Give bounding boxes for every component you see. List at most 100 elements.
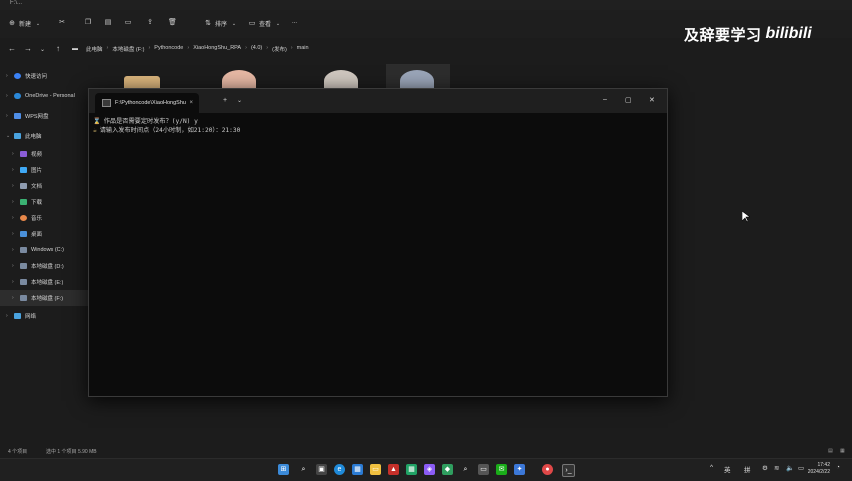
expand-chevron-icon[interactable]: › bbox=[12, 167, 20, 173]
expand-chevron-icon[interactable]: › bbox=[6, 313, 14, 319]
sidebar-item-quick-access[interactable]: › 快速访问 bbox=[0, 68, 88, 84]
sidebar-item-label: 网络 bbox=[25, 314, 37, 320]
breadcrumb[interactable]: 此电脑 › 本地磁盘 (F:) › Pythoncode › XiaoHongShu_… bbox=[86, 45, 309, 53]
breadcrumb-item[interactable]: main bbox=[297, 45, 309, 53]
wifi-icon[interactable]: ≋ bbox=[774, 464, 779, 472]
more-button[interactable]: ... bbox=[292, 19, 297, 25]
search-app-icon[interactable]: ⌕ bbox=[460, 464, 471, 475]
breadcrumb-separator: › bbox=[245, 45, 247, 51]
expand-chevron-icon[interactable]: › bbox=[12, 247, 20, 253]
expand-chevron-icon[interactable]: ⌄ bbox=[6, 133, 14, 139]
terminal-tab[interactable]: F:\Pythoncode\XiaoHongShu × bbox=[95, 93, 199, 113]
breadcrumb-item[interactable]: Pythoncode bbox=[154, 45, 183, 53]
expand-chevron-icon[interactable]: › bbox=[12, 151, 20, 157]
sidebar-item-drive-c[interactable]: › Windows (C:) bbox=[0, 242, 88, 258]
sidebar-item-music[interactable]: › 音乐 bbox=[0, 210, 88, 226]
expand-chevron-icon[interactable]: › bbox=[12, 199, 20, 205]
details-view-icon[interactable]: ▤ bbox=[828, 448, 833, 454]
battery-icon[interactable]: ▭ bbox=[798, 464, 804, 472]
sidebar-item-downloads[interactable]: › 下载 bbox=[0, 194, 88, 210]
app-icon[interactable]: ▭ bbox=[478, 464, 489, 475]
sidebar-item-drive-d[interactable]: › 本地磁盘 (D:) bbox=[0, 258, 88, 274]
sidebar-item-label: 此电脑 bbox=[25, 134, 42, 140]
close-button[interactable]: ✕ bbox=[649, 96, 655, 104]
cut-button[interactable]: ✂ bbox=[58, 19, 66, 27]
new-tab-button[interactable]: + bbox=[223, 97, 227, 104]
expand-chevron-icon[interactable]: › bbox=[12, 231, 20, 237]
sidebar-item-onedrive[interactable]: › OneDrive - Personal bbox=[0, 88, 88, 104]
sidebar-item-desktop[interactable]: › 桌面 bbox=[0, 226, 88, 242]
up-arrow-icon[interactable]: ↑ bbox=[56, 44, 60, 53]
star-icon bbox=[14, 73, 21, 79]
app-icon[interactable]: ◆ bbox=[442, 464, 453, 475]
wechat-icon[interactable]: ✉ bbox=[496, 464, 507, 475]
spreadsheet-icon[interactable]: ▦ bbox=[406, 464, 417, 475]
sidebar-item-wps[interactable]: › WPS网盘 bbox=[0, 108, 88, 124]
minimize-button[interactable]: – bbox=[603, 96, 607, 103]
new-button[interactable]: ⊕ 新建 ⌄ bbox=[8, 19, 42, 29]
file-explorer-icon[interactable]: ▭ bbox=[370, 464, 381, 475]
sidebar-item-this-pc[interactable]: ⌄ 此电脑 bbox=[0, 128, 88, 144]
breadcrumb-item[interactable]: (发布) bbox=[272, 45, 287, 53]
app-icon[interactable]: ▲ bbox=[388, 464, 399, 475]
terminal-line: ⌛ 作品是否需要定时发布？(y/N) y bbox=[93, 117, 240, 126]
music-icon bbox=[20, 215, 27, 221]
store-icon[interactable]: ▦ bbox=[352, 464, 363, 475]
sidebar-item-documents[interactable]: › 文档 bbox=[0, 178, 88, 194]
sidebar-item-drive-e[interactable]: › 本地磁盘 (E:) bbox=[0, 274, 88, 290]
settings-icon[interactable]: ⚙ bbox=[762, 464, 768, 472]
expand-chevron-icon[interactable]: › bbox=[6, 93, 14, 99]
terminal-output[interactable]: ⌛ 作品是否需要定时发布？(y/N) y ☕ 请输入发布时间点（24小时制，如2… bbox=[93, 117, 240, 135]
ime-language[interactable]: 英 bbox=[724, 464, 731, 474]
app-icon[interactable]: ◈ bbox=[424, 464, 435, 475]
breadcrumb-item[interactable]: XiaoHongShu_RPA bbox=[193, 45, 241, 53]
delete-button[interactable]: 🗑 bbox=[168, 19, 177, 27]
expand-chevron-icon[interactable]: › bbox=[12, 215, 20, 221]
recent-chevron-icon[interactable]: ⌄ bbox=[40, 46, 45, 53]
edge-icon[interactable]: e bbox=[334, 464, 345, 475]
chevron-down-icon: ⌄ bbox=[35, 20, 41, 27]
ime-mode[interactable]: 拼 bbox=[744, 464, 751, 474]
tab-close-icon[interactable]: × bbox=[189, 100, 193, 106]
clock[interactable]: 17:42 2024/2/22 bbox=[808, 462, 830, 476]
view-button[interactable]: ▭ 查看 ⌄ bbox=[248, 19, 282, 29]
expand-chevron-icon[interactable]: › bbox=[12, 279, 20, 285]
terminal-window[interactable]: F:\Pythoncode\XiaoHongShu × + ⌄ – ▢ ✕ ⌛ … bbox=[88, 88, 668, 397]
search-icon[interactable]: ⌕ bbox=[298, 464, 309, 475]
sidebar-item-label: 快速访问 bbox=[25, 74, 48, 80]
sidebar-item-network[interactable]: › 网络 bbox=[0, 308, 88, 324]
bilibili-watermark: 及辞要学习 bilibili bbox=[684, 20, 812, 48]
picture-icon bbox=[20, 167, 27, 173]
sidebar-item-pictures[interactable]: › 图片 bbox=[0, 162, 88, 178]
notification-icon[interactable]: ◔ bbox=[836, 464, 840, 471]
expand-chevron-icon[interactable]: › bbox=[12, 295, 20, 301]
expand-chevron-icon[interactable]: › bbox=[6, 113, 14, 119]
forward-arrow-icon[interactable]: → bbox=[24, 44, 32, 53]
breadcrumb-item[interactable]: 此电脑 bbox=[86, 45, 103, 53]
copy-button[interactable]: ❐ bbox=[84, 19, 92, 27]
app-icon[interactable]: ✦ bbox=[514, 464, 525, 475]
start-icon[interactable]: ⊞ bbox=[278, 464, 289, 475]
terminal-app-icon[interactable]: ›_ bbox=[562, 464, 575, 477]
tray-expand-icon[interactable]: ^ bbox=[710, 464, 713, 471]
tiles-view-icon[interactable]: ▦ bbox=[840, 448, 845, 454]
task-view-icon[interactable]: ▣ bbox=[316, 464, 327, 475]
maximize-button[interactable]: ▢ bbox=[625, 96, 632, 104]
volume-icon[interactable]: 🔈 bbox=[786, 464, 794, 472]
sidebar-item-drive-f[interactable]: › 本地磁盘 (F:) bbox=[0, 290, 88, 306]
sort-button[interactable]: ⇅ 排序 ⌄ bbox=[204, 19, 238, 29]
breadcrumb-item[interactable]: 本地磁盘 (F:) bbox=[112, 45, 144, 53]
back-arrow-icon[interactable]: ← bbox=[8, 44, 16, 53]
tab-dropdown-button[interactable]: ⌄ bbox=[237, 97, 242, 104]
cloud-icon bbox=[14, 93, 21, 99]
paste-button[interactable]: ▤ bbox=[104, 19, 112, 27]
sidebar-item-videos[interactable]: › 视频 bbox=[0, 146, 88, 162]
sort-button-label: 排序 bbox=[215, 22, 228, 28]
share-button[interactable]: ⇪ bbox=[146, 19, 154, 27]
expand-chevron-icon[interactable]: › bbox=[12, 183, 20, 189]
breadcrumb-item[interactable]: (4.0) bbox=[251, 45, 262, 53]
rename-button[interactable]: ▭ bbox=[124, 19, 132, 27]
app-icon[interactable]: ● bbox=[542, 464, 553, 475]
expand-chevron-icon[interactable]: › bbox=[6, 73, 14, 79]
expand-chevron-icon[interactable]: › bbox=[12, 263, 20, 269]
